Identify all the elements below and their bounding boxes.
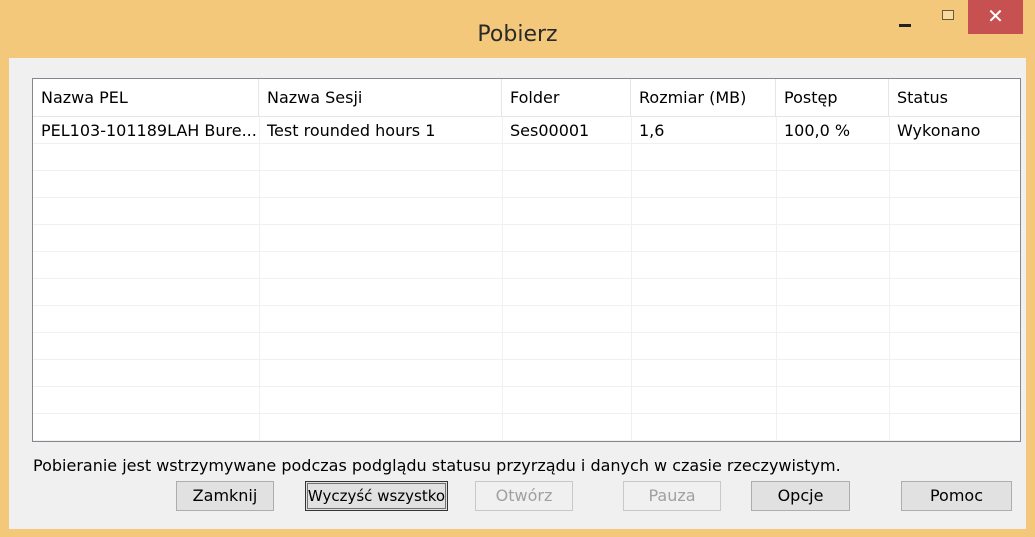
options-button[interactable]: Opcje — [751, 481, 850, 511]
close-window-button[interactable]: ✕ — [968, 0, 1023, 34]
cell-size: 1,6 — [639, 121, 665, 140]
empty-row — [33, 144, 1020, 171]
empty-row — [33, 333, 1020, 360]
cell-status: Wykonano — [897, 121, 981, 140]
column-header-session-name[interactable]: Nazwa Sesji — [259, 79, 502, 116]
cell-pel-name: PEL103-101189LAH Bure... — [41, 121, 257, 140]
cell-progress: 100,0 % — [784, 121, 851, 140]
empty-row — [33, 360, 1020, 387]
window-title: Pobierz — [477, 22, 558, 47]
column-header-progress[interactable]: Postęp — [776, 79, 889, 116]
empty-row — [33, 279, 1020, 306]
close-button[interactable]: Zamknij — [176, 481, 274, 511]
empty-row — [33, 225, 1020, 252]
title-bar[interactable]: Pobierz ✕ — [0, 0, 1035, 56]
help-button[interactable]: Pomoc — [901, 481, 1012, 511]
dialog-client-area: Nazwa PEL Nazwa Sesji Folder Rozmiar (MB… — [9, 58, 1026, 529]
cell-folder: Ses00001 — [510, 121, 590, 140]
column-header-folder[interactable]: Folder — [502, 79, 631, 116]
maximize-button[interactable] — [930, 0, 964, 36]
empty-row — [33, 414, 1020, 441]
open-button[interactable]: Otwórz — [475, 481, 573, 511]
empty-row — [33, 306, 1020, 333]
empty-row — [33, 387, 1020, 414]
clear-all-button[interactable]: Wyczyść wszystko — [305, 481, 448, 511]
empty-row — [33, 198, 1020, 225]
column-header-status[interactable]: Status — [889, 79, 1020, 116]
column-header-size[interactable]: Rozmiar (MB) — [631, 79, 776, 116]
empty-row — [33, 252, 1020, 279]
info-message: Pobieranie jest wstrzymywane podczas pod… — [33, 456, 841, 475]
downloads-list[interactable]: Nazwa PEL Nazwa Sesji Folder Rozmiar (MB… — [32, 78, 1021, 442]
cell-session-name: Test rounded hours 1 — [267, 121, 436, 140]
download-window: Pobierz ✕ Nazwa PEL Nazwa Sesji Folder R… — [0, 0, 1035, 537]
column-header-pel-name[interactable]: Nazwa PEL — [33, 79, 259, 116]
minimize-button[interactable] — [887, 0, 921, 36]
table-row[interactable]: PEL103-101189LAH Bure... Test rounded ho… — [33, 117, 1020, 144]
empty-row — [33, 171, 1020, 198]
list-header: Nazwa PEL Nazwa Sesji Folder Rozmiar (MB… — [33, 79, 1020, 117]
pause-button[interactable]: Pauza — [623, 481, 721, 511]
